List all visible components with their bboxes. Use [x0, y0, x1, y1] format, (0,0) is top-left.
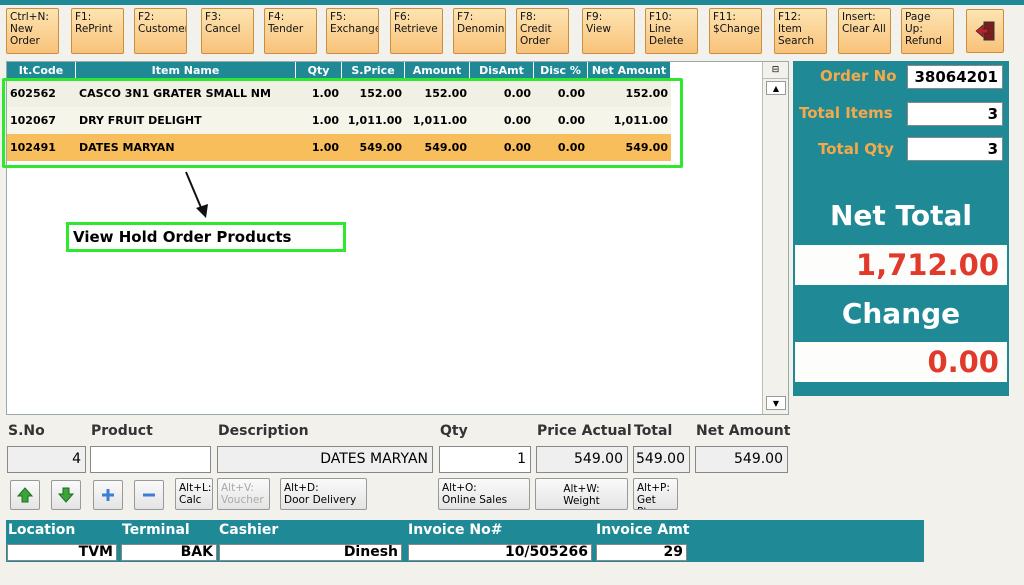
button-label: F7: Denomination: [457, 11, 505, 35]
net-total-value: 1,712.00: [795, 245, 1007, 285]
denomination-button[interactable]: F7: Denomination: [453, 8, 506, 54]
qty-input[interactable]: 1: [439, 446, 531, 473]
highlight-box: [2, 78, 683, 168]
terminal-label: Terminal: [122, 522, 190, 538]
net-total-label: Net Total: [829, 199, 973, 232]
invoice-no-field: 10/505266: [408, 544, 592, 561]
col-header-amount[interactable]: Amount: [405, 62, 470, 79]
exit-button[interactable]: [966, 9, 1004, 53]
get-points-button[interactable]: Alt+P: Get Pts: [633, 478, 678, 510]
move-up-button[interactable]: [10, 480, 40, 510]
button-label: F12: Item Search: [778, 11, 815, 47]
sno-field: 4: [7, 446, 86, 473]
button-label: F1: RePrint: [75, 11, 113, 35]
net-amount-label: Net Amount: [696, 423, 791, 439]
total-qty-field: 3: [907, 137, 1003, 161]
scroll-down-icon[interactable]: ▼: [766, 396, 786, 410]
total-items-label: Total Items: [799, 104, 893, 122]
online-sales-button[interactable]: Alt+O: Online Sales: [438, 478, 530, 510]
grid-header: It.Code Item Name Qty S.Price Amount Dis…: [7, 62, 671, 79]
product-label: Product: [91, 423, 153, 439]
order-summary-panel: Order No 38064201 Total Items 3 Total Qt…: [793, 61, 1009, 396]
voucher-button[interactable]: Alt+V: Voucher: [217, 478, 270, 510]
exchange-button[interactable]: F5: Exchange: [326, 8, 379, 54]
description-field: DATES MARYAN: [217, 446, 433, 473]
button-label: F6: Retrieve: [394, 11, 438, 35]
button-label: F3: Cancel: [205, 11, 241, 35]
cashier-field: Dinesh: [219, 544, 402, 561]
button-label: Insert: Clear All: [842, 11, 886, 35]
new-order-button[interactable]: Ctrl+N: New Order: [6, 8, 59, 54]
scroll-up-icon[interactable]: ▲: [766, 81, 786, 95]
button-label: F8: Credit Order: [520, 11, 552, 47]
item-search-button[interactable]: F12: Item Search: [774, 8, 827, 54]
arrow-up-icon: [16, 487, 34, 503]
total-field: 549.00: [633, 446, 690, 473]
button-label: F10: Line Delete: [649, 11, 684, 47]
total-qty-label: Total Qty: [818, 140, 894, 158]
reprint-button[interactable]: F1: RePrint: [71, 8, 124, 54]
invoice-no-label: Invoice No#: [408, 522, 503, 538]
col-header-qty[interactable]: Qty: [296, 62, 342, 79]
net-amount-field: 549.00: [695, 446, 788, 473]
sno-label: S.No: [8, 423, 45, 439]
button-label: Ctrl+N: New Order: [10, 11, 49, 47]
button-label: F5: Exchange: [330, 11, 379, 35]
retrieve-button[interactable]: F6: Retrieve: [390, 8, 443, 54]
product-input[interactable]: [90, 446, 211, 473]
view-button[interactable]: F9: View: [582, 8, 635, 54]
button-label: F4: Tender: [268, 11, 304, 35]
customer-button[interactable]: F2: Customer: [134, 8, 187, 54]
line-delete-button[interactable]: F10: Line Delete: [645, 8, 698, 54]
qty-label: Qty: [440, 423, 468, 439]
cancel-button[interactable]: F3: Cancel: [201, 8, 254, 54]
terminal-field: BAK: [121, 544, 217, 561]
order-no-label: Order No: [820, 67, 897, 85]
plus-icon: [102, 489, 114, 501]
grid-scrollbar[interactable]: ⊟ ▲ ▼: [762, 62, 788, 414]
change-button[interactable]: F11: $Change: [709, 8, 762, 54]
refund-button[interactable]: Page Up: Refund: [901, 8, 954, 54]
button-label: F2: Customer: [138, 11, 187, 35]
status-footer: Location Terminal Cashier Invoice No# In…: [6, 520, 924, 562]
price-actual-field: 549.00: [536, 446, 628, 473]
exit-door-icon: [975, 21, 995, 41]
order-no-field: 38064201: [907, 65, 1003, 89]
top-stripe: [0, 0, 1024, 5]
callout-label: View Hold Order Products: [66, 222, 346, 252]
button-label: F11: $Change: [713, 11, 760, 35]
door-delivery-button[interactable]: Alt+D: Door Delivery: [280, 478, 367, 510]
calc-button[interactable]: Alt+L: Calc: [175, 478, 213, 510]
change-label: Change: [841, 297, 961, 330]
total-items-field: 3: [907, 102, 1003, 126]
col-header-sprice[interactable]: S.Price: [342, 62, 405, 79]
weight-button[interactable]: Alt+W: Weight: [535, 478, 628, 510]
invoice-amt-label: Invoice Amt: [596, 522, 690, 538]
add-button[interactable]: [93, 480, 123, 510]
credit-order-button[interactable]: F8: Credit Order: [516, 8, 569, 54]
col-header-name[interactable]: Item Name: [76, 62, 296, 79]
tender-button[interactable]: F4: Tender: [264, 8, 317, 54]
location-field: TVM: [7, 544, 117, 561]
arrow-down-icon: [57, 487, 75, 503]
location-label: Location: [8, 522, 76, 538]
button-label: F9: View: [586, 11, 611, 35]
change-value: 0.00: [795, 342, 1007, 382]
arrow-down-icon: [185, 171, 208, 218]
move-down-button[interactable]: [51, 480, 81, 510]
minus-icon: [143, 493, 155, 497]
remove-button[interactable]: [134, 480, 164, 510]
price-actual-label: Price Actual: [537, 423, 632, 439]
col-header-disamt[interactable]: DisAmt: [470, 62, 534, 79]
col-header-net[interactable]: Net Amount: [588, 62, 671, 79]
description-label: Description: [218, 423, 309, 439]
button-label: Page Up: Refund: [905, 11, 942, 47]
total-label: Total: [634, 423, 673, 439]
column-chooser-icon[interactable]: ⊟: [763, 62, 788, 79]
col-header-disc[interactable]: Disc %: [534, 62, 588, 79]
clear-all-button[interactable]: Insert: Clear All: [838, 8, 891, 54]
cashier-label: Cashier: [219, 522, 279, 538]
invoice-amt-field: 29: [596, 544, 687, 561]
col-header-code[interactable]: It.Code: [7, 62, 76, 79]
